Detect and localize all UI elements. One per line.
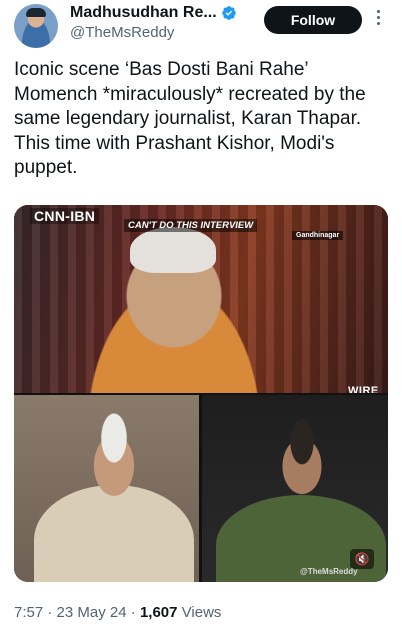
views-label: Views <box>181 604 222 621</box>
avatar[interactable] <box>14 4 58 48</box>
tweet-text: Iconic scene ‘Bas Dosti Bani Rahe’ Momen… <box>14 59 366 178</box>
speaker-muted-icon[interactable]: 🔇 <box>350 549 374 569</box>
wire-logo: WIRE <box>348 385 379 393</box>
more-vertical-icon[interactable] <box>372 8 384 30</box>
meta-separator: · <box>130 604 136 621</box>
tweet-media[interactable]: CNN-IBN CAN'T DO THIS INTERVIEW Gandhina… <box>14 205 388 582</box>
author-display-name[interactable]: Madhusudhan Re... <box>70 4 217 22</box>
author-name-row[interactable]: Madhusudhan Re... <box>70 4 237 22</box>
follow-button[interactable]: Follow <box>264 6 362 34</box>
views-count: 1,607 <box>139 604 178 621</box>
meta-separator: · <box>47 604 53 621</box>
media-watermark: @TheMsReddy <box>300 567 358 576</box>
tweet-date[interactable]: 23 May 24 <box>57 604 127 621</box>
tweet-header: Madhusudhan Re... @TheMsReddy Follow <box>0 0 402 56</box>
verified-badge-icon <box>221 6 236 20</box>
location-caption: Gandhinagar <box>292 231 344 240</box>
media-panel-top: CNN-IBN CAN'T DO THIS INTERVIEW Gandhina… <box>14 205 388 393</box>
show-title-caption: CAN'T DO THIS INTERVIEW <box>124 219 258 232</box>
tweet-meta: 7:57 · 23 May 24 · 1,607 Views <box>14 604 221 621</box>
author-handle[interactable]: @TheMsReddy <box>70 24 174 41</box>
tweet-time[interactable]: 7:57 <box>14 604 43 621</box>
media-panel-bottom-left <box>14 395 199 582</box>
channel-logo: CNN-IBN <box>30 208 100 224</box>
